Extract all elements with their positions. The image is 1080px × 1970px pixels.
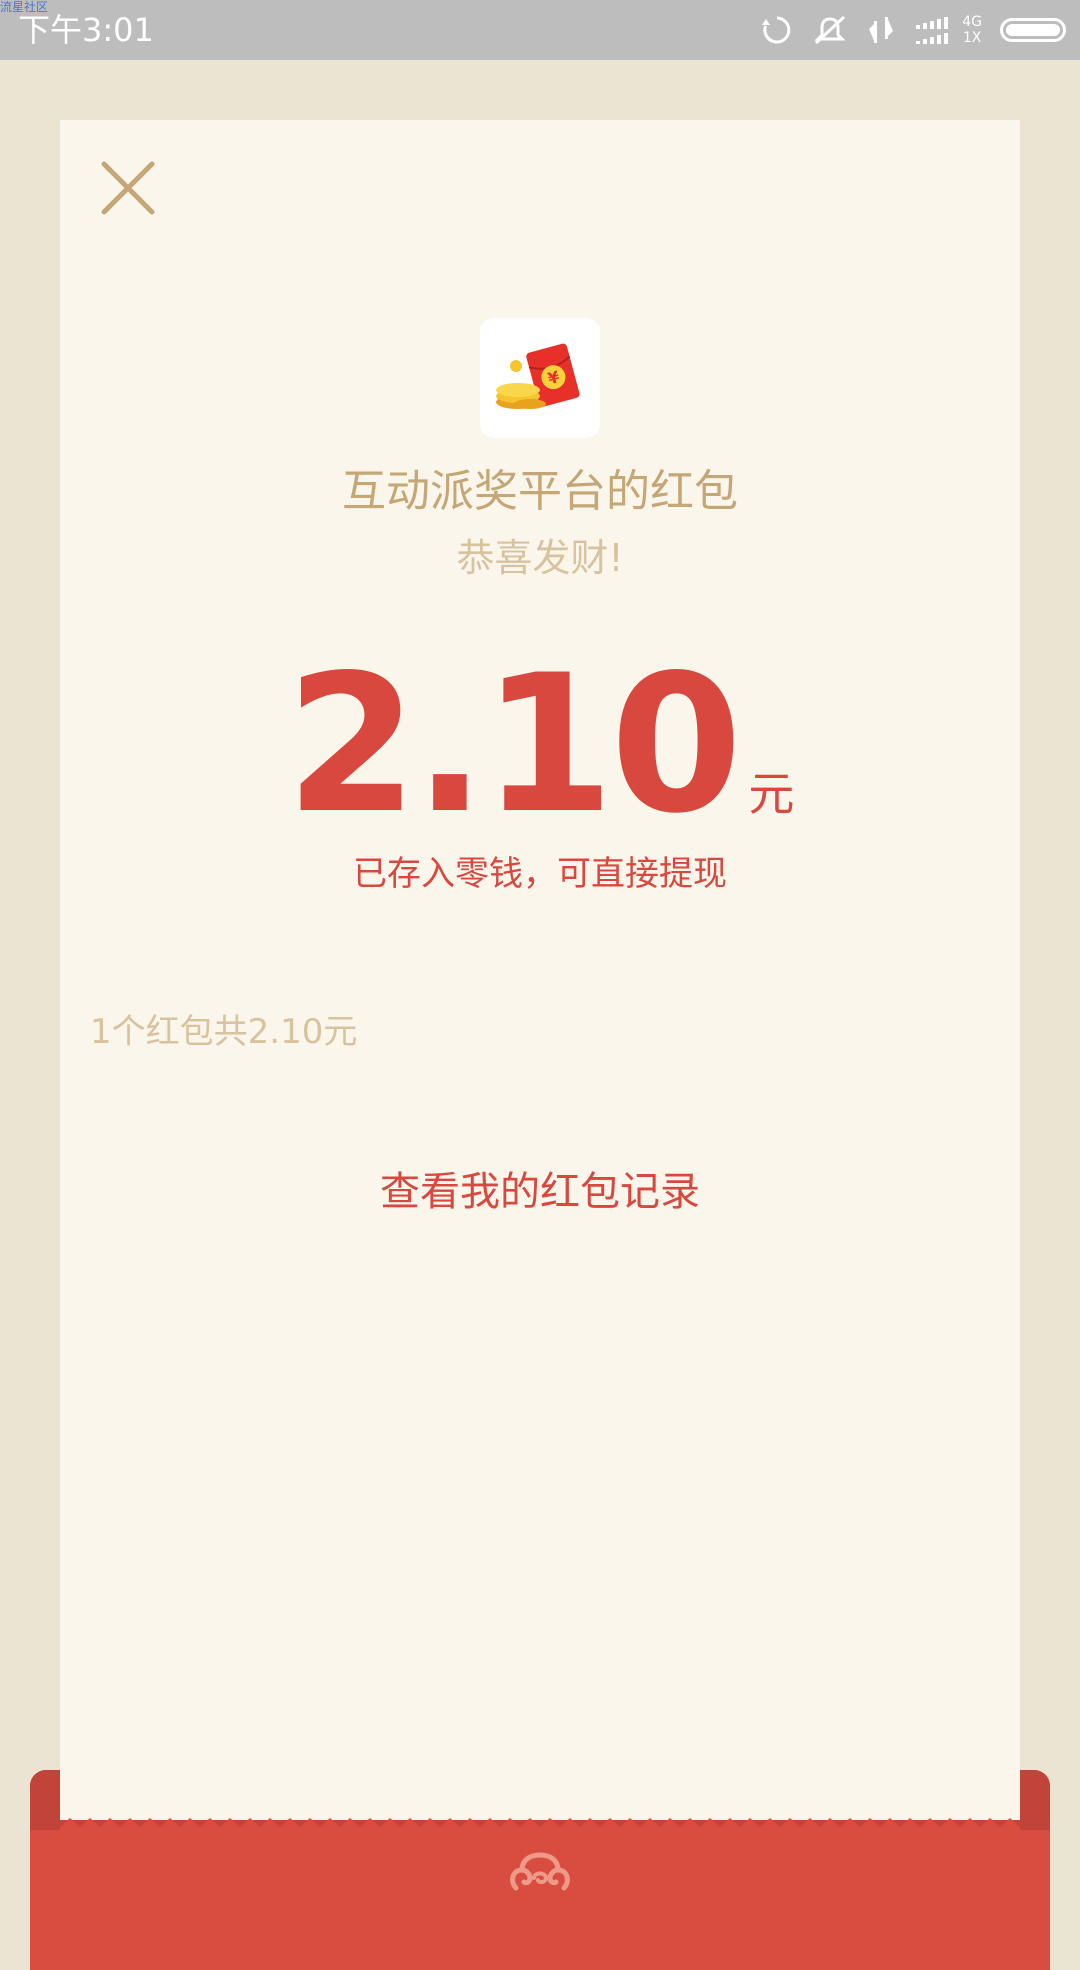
network-type-bottom: 1X xyxy=(962,30,982,46)
close-button[interactable] xyxy=(100,160,156,216)
data-transfer-icon xyxy=(866,13,896,47)
sender-avatar: ¥ xyxy=(480,318,600,438)
sync-icon xyxy=(760,13,794,47)
close-icon xyxy=(101,161,155,215)
mute-icon xyxy=(812,13,848,47)
network-type-top: 4G xyxy=(962,14,982,30)
amount-unit: 元 xyxy=(748,767,795,821)
battery-icon xyxy=(1000,18,1066,42)
status-bar: 流星社区 下午3:01 4G 1X xyxy=(0,0,1080,60)
saved-notice: 已存入零钱，可直接提现 xyxy=(353,854,727,894)
network-type: 4G 1X xyxy=(962,14,982,46)
amount-row: 2.10 元 xyxy=(60,650,1020,840)
amount-value: 2.10 xyxy=(285,634,743,855)
status-time: 下午3:01 xyxy=(18,11,154,49)
sender-name: 互动派奖平台的红包 xyxy=(342,466,738,517)
view-records-link[interactable]: 查看我的红包记录 xyxy=(60,1160,1020,1224)
auspicious-cloud-icon xyxy=(510,1852,570,1891)
status-icons: 4G 1X xyxy=(760,12,1066,48)
packet-summary: 1个红包共2.10元 xyxy=(90,1012,358,1052)
red-packet-coins-icon: ¥ xyxy=(496,343,580,409)
signal-icon xyxy=(914,13,954,47)
greeting: 恭喜发财! xyxy=(456,536,624,580)
